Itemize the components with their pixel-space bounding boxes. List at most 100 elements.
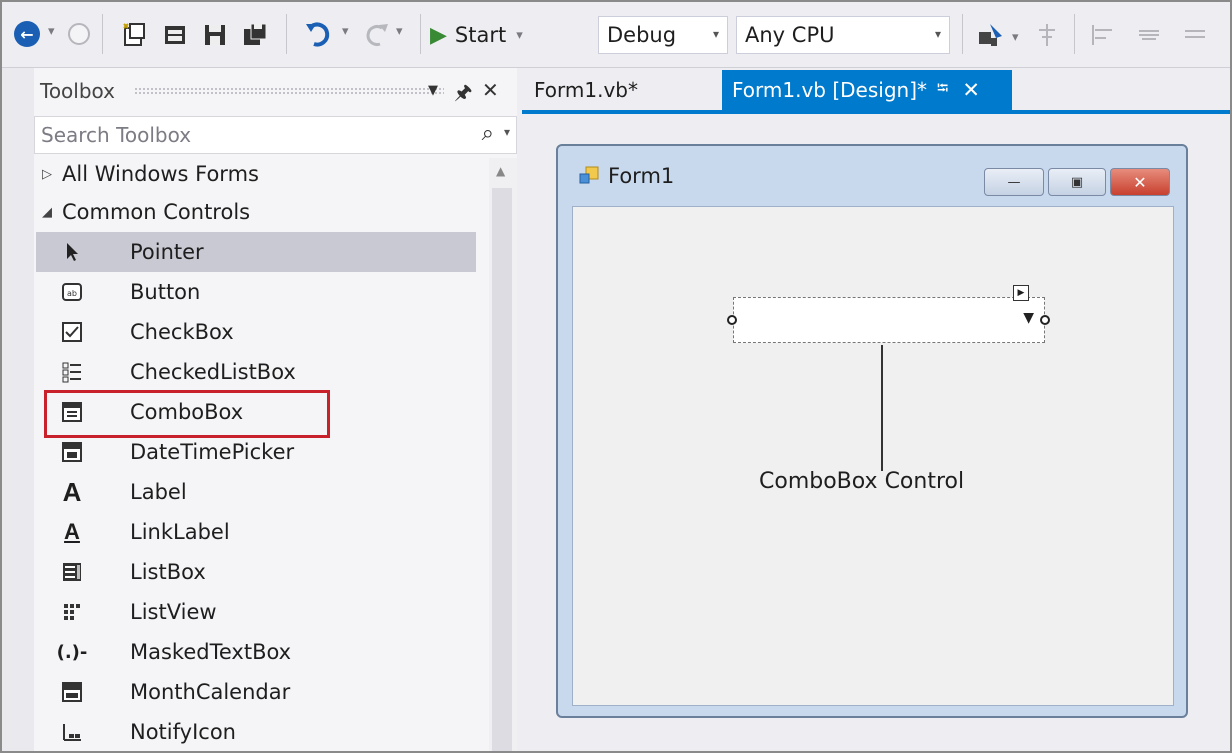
group-label: All Windows Forms [62, 162, 259, 186]
pointer-icon [52, 232, 92, 272]
pin-icon[interactable]: ⭾ [937, 78, 948, 103]
minimize-button[interactable]: — [984, 168, 1044, 196]
align-button-1[interactable] [1032, 20, 1062, 50]
linklabel-icon: A [64, 519, 80, 544]
align-middle-icon [1139, 30, 1159, 40]
open-file-icon [165, 26, 185, 44]
callout-label: ComboBox Control [759, 469, 965, 494]
toolbox-item-button[interactable]: ab Button [36, 272, 476, 312]
undo-icon [306, 22, 330, 47]
form-client-area[interactable]: ▼ ▶ ComboBox Control [572, 206, 1174, 706]
toolbox-item-label: ListView [130, 600, 217, 624]
search-icon[interactable]: ⌕ [482, 121, 494, 146]
redo-dropdown[interactable]: ▾ [396, 24, 403, 39]
tab-label: Form1.vb [Design]* [732, 78, 928, 102]
toolbox-item-listbox[interactable]: ListBox [36, 552, 476, 592]
toolbar-divider [962, 14, 963, 54]
start-label: Start [454, 23, 507, 47]
search-options-dropdown[interactable]: ▾ [504, 125, 510, 139]
pin-icon[interactable]: 🖈︎ [454, 78, 473, 112]
align-left-icon [1092, 25, 1112, 45]
toolbox-item-checkedlistbox[interactable]: CheckedListBox [36, 352, 476, 392]
toolbox-search-input[interactable]: Search Toolbox ⌕ ▾ [34, 116, 517, 154]
toolbox-item-linklabel[interactable]: A LinkLabel [36, 512, 476, 552]
notifyicon-icon [52, 712, 92, 751]
toolbox-item-label: LinkLabel [130, 520, 230, 544]
scroll-thumb[interactable] [492, 188, 512, 751]
toolbox-header: Toolbox ▼ 🖈︎ ✕ [34, 68, 517, 114]
start-dropdown-icon: ▾ [516, 27, 523, 43]
platform-select[interactable]: Any CPU ▾ [736, 16, 950, 54]
back-dropdown[interactable]: ▾ [48, 24, 55, 39]
smart-tag-icon[interactable]: ▶ [1013, 285, 1029, 301]
chevron-down-icon: ▼ [1023, 310, 1034, 326]
toolbox-item-pointer[interactable]: Pointer [36, 232, 476, 272]
search-placeholder: Search Toolbox [41, 123, 192, 147]
panel-grip[interactable] [134, 87, 444, 95]
new-project-icon [123, 23, 145, 46]
designer-surface: Form1 — ▣ ✕ ▼ ▶ ComboBox Control [522, 114, 1230, 751]
undo-button[interactable] [302, 18, 336, 52]
forward-button[interactable] [68, 23, 90, 45]
collapse-triangle-icon: ◢ [42, 204, 52, 220]
form-window[interactable]: Form1 — ▣ ✕ ▼ ▶ ComboBox Control [556, 144, 1188, 718]
redo-icon [366, 24, 388, 46]
resize-handle-right[interactable] [1040, 315, 1050, 325]
tab-form1-vb[interactable]: Form1.vb* [534, 78, 638, 102]
start-button[interactable]: ▶ Start ▾ [430, 17, 523, 53]
save-button[interactable] [200, 20, 230, 50]
toolbox-item-label-control[interactable]: A Label [36, 472, 476, 512]
platform-value: Any CPU [745, 23, 835, 47]
align-right-button[interactable] [1180, 20, 1210, 50]
toolbar-divider [420, 14, 421, 54]
toolbox-item-label: CheckBox [130, 320, 234, 344]
toolbox-item-datetimepicker[interactable]: DateTimePicker [36, 432, 476, 472]
callout-line [881, 345, 883, 471]
toolbar: ← ▾ ▾ ▾ ▶ Start ▾ Debug ▾ Any CPU ▾ ▾ [2, 2, 1230, 68]
save-all-button[interactable] [240, 20, 270, 50]
chevron-down-icon: ▾ [934, 27, 941, 41]
align-middle-button[interactable] [1134, 20, 1164, 50]
configuration-select[interactable]: Debug ▾ [598, 16, 728, 54]
find-dropdown[interactable]: ▾ [1012, 30, 1019, 45]
resize-handle-left[interactable] [727, 315, 737, 325]
undo-dropdown[interactable]: ▾ [342, 24, 349, 39]
redo-button[interactable] [362, 18, 392, 52]
toolbox-item-label: MonthCalendar [130, 680, 291, 704]
window-position-dropdown[interactable]: ▼ [428, 83, 438, 98]
new-project-button[interactable] [120, 20, 150, 50]
checkedlistbox-icon [52, 352, 92, 392]
toolbox-item-monthcalendar[interactable]: MonthCalendar [36, 672, 476, 712]
save-icon [205, 25, 225, 45]
document-tabs: Form1.vb* Form1.vb [Design]* ⭾ ✕ [522, 68, 1230, 114]
configuration-value: Debug [607, 23, 677, 47]
combobox-control[interactable]: ▼ [733, 297, 1045, 343]
toolbox-item-label: MaskedTextBox [130, 640, 292, 664]
form-title: Form1 [608, 164, 675, 188]
toolbox-item-notifyicon[interactable]: NotifyIcon [36, 712, 476, 751]
maskedtextbox-icon: (.)- [56, 641, 88, 663]
toolbox-item-listview[interactable]: ListView [36, 592, 476, 632]
group-label: Common Controls [62, 200, 251, 224]
toolbox-item-label: CheckedListBox [130, 360, 296, 384]
toolbar-divider [1074, 14, 1075, 54]
close-icon[interactable]: ✕ [962, 78, 980, 102]
open-file-button[interactable] [160, 20, 190, 50]
back-button[interactable]: ← [14, 21, 40, 47]
close-button[interactable]: ✕ [1110, 168, 1170, 196]
scroll-up-icon[interactable]: ▲ [496, 164, 505, 178]
find-in-files-button[interactable] [974, 18, 1008, 52]
toolbox-item-maskedtextbox[interactable]: (.)- MaskedTextBox [36, 632, 476, 672]
tab-form1-design[interactable]: Form1.vb [Design]* ⭾ ✕ [722, 70, 1012, 110]
group-common-controls[interactable]: ◢ Common Controls [42, 200, 250, 224]
maximize-button[interactable]: ▣ [1048, 168, 1106, 196]
toolbox-item-checkbox[interactable]: CheckBox [36, 312, 476, 352]
save-all-icon [244, 23, 267, 45]
close-icon[interactable]: ✕ [482, 78, 499, 102]
group-all-windows-forms[interactable]: ▷ All Windows Forms [42, 162, 259, 186]
listbox-icon [52, 552, 92, 592]
align-left-button[interactable] [1088, 20, 1118, 50]
minimize-icon: — [1007, 174, 1021, 190]
toolbox-scrollbar[interactable]: ▲ [489, 158, 517, 751]
toolbox-item-label: Label [130, 480, 187, 504]
